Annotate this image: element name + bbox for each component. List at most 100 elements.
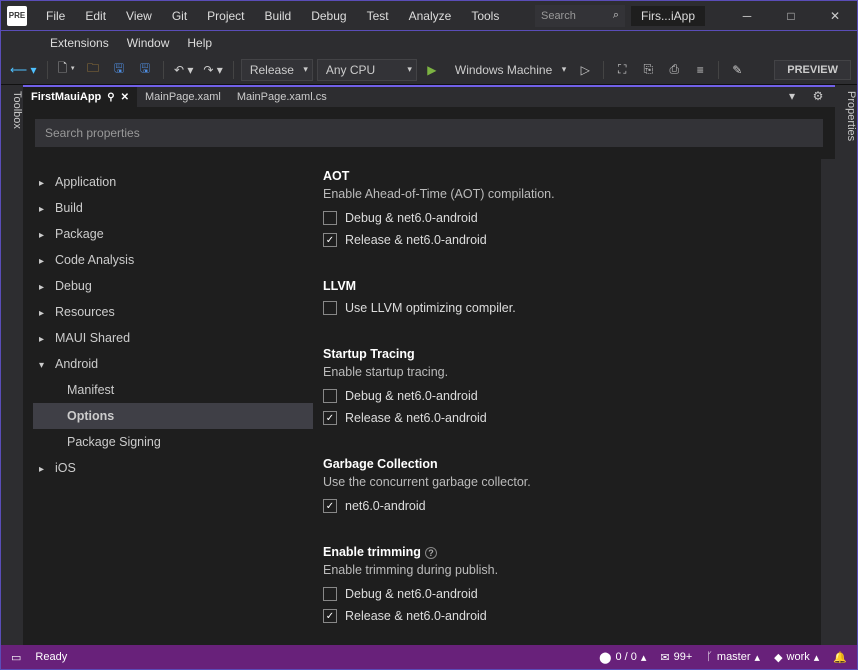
menu-debug[interactable]: Debug — [302, 6, 355, 26]
repo-indicator[interactable]: ◆ work ▴ — [774, 651, 819, 664]
section-garbage-collection: Garbage Collection Use the concurrent gar… — [323, 457, 791, 517]
vs-logo: PRE — [7, 6, 27, 26]
global-search[interactable]: Search ⌕ — [535, 5, 625, 27]
menubar: FileEditViewGitProjectBuildDebugTestAnal… — [37, 6, 508, 26]
run-noDebug-button[interactable]: ▷ — [574, 59, 596, 81]
menu-analyze[interactable]: Analyze — [400, 6, 461, 26]
titlebar: PRE FileEditViewGitProjectBuildDebugTest… — [1, 1, 857, 31]
menu-tools[interactable]: Tools — [462, 6, 508, 26]
checkbox-release-net6-0-android[interactable]: ✓Release & net6.0-android — [323, 605, 791, 627]
section-title: Enable trimming? — [323, 545, 791, 559]
tree-ios[interactable]: iOS — [33, 455, 313, 481]
tree-application[interactable]: Application — [33, 169, 313, 195]
menu-window[interactable]: Window — [118, 33, 179, 53]
toolbox-panel-tab[interactable]: Toolbox — [1, 85, 23, 645]
pin-icon[interactable]: ⚲ — [107, 92, 114, 103]
close-button[interactable]: ✕ — [813, 2, 857, 30]
tool5-icon[interactable]: ✎ — [726, 59, 748, 81]
checkbox-debug-net6-0-android[interactable]: Debug & net6.0-android — [323, 385, 791, 407]
platform-dropdown[interactable]: Any CPU — [317, 59, 417, 81]
menu-test[interactable]: Test — [358, 6, 398, 26]
section-title: AOT — [323, 169, 791, 183]
tree-package[interactable]: Package — [33, 221, 313, 247]
open-folder-button[interactable]: 🗀 — [82, 59, 104, 81]
tree-code-analysis[interactable]: Code Analysis — [33, 247, 313, 273]
tree-package-signing[interactable]: Package Signing — [33, 429, 313, 455]
section-title: Startup Tracing — [323, 347, 791, 361]
tree-debug[interactable]: Debug — [33, 273, 313, 299]
checkbox-release-net6-0-android[interactable]: ✓Release & net6.0-android — [323, 407, 791, 429]
search-properties-input[interactable]: Search properties — [35, 119, 823, 147]
tool2-icon[interactable]: ⎘ — [637, 59, 659, 81]
section-aot: AOT Enable Ahead-of-Time (AOT) compilatio… — [323, 169, 791, 251]
undo-button[interactable]: ↶ ▾ — [171, 59, 196, 81]
message-count[interactable]: ✉ 99+ — [660, 651, 692, 664]
menu-build[interactable]: Build — [256, 6, 301, 26]
menu-project[interactable]: Project — [198, 6, 253, 26]
checkbox-debug-net6-0-android[interactable]: Debug & net6.0-android — [323, 583, 791, 605]
section-desc: Enable Ahead-of-Time (AOT) compilation. — [323, 187, 791, 201]
tab-overflow-button[interactable]: ▾ — [781, 85, 803, 107]
close-icon[interactable]: ✕ — [121, 92, 129, 103]
menu-view[interactable]: View — [117, 6, 161, 26]
checkbox-net6-0-android[interactable]: ✓net6.0-android — [323, 495, 791, 517]
branch-indicator[interactable]: ᚴ master ▴ — [706, 651, 760, 664]
save-button[interactable]: 🖫 — [108, 59, 130, 81]
checkbox-use-llvm-optimizing-compiler-[interactable]: Use LLVM optimizing compiler. — [323, 297, 791, 319]
save-all-button[interactable]: 🖫 — [134, 59, 156, 81]
menu-edit[interactable]: Edit — [76, 6, 115, 26]
notifications-icon[interactable]: 🔔 — [833, 651, 847, 664]
run-button[interactable]: ▶ — [421, 59, 443, 81]
menu-file[interactable]: File — [37, 6, 74, 26]
section-desc: Enable trimming during publish. — [323, 563, 791, 577]
section-startup-tracing: Startup Tracing Enable startup tracing. De… — [323, 347, 791, 429]
tab-mainpage-xaml-cs[interactable]: MainPage.xaml.cs — [229, 87, 335, 107]
redo-button[interactable]: ↷ ▾ — [200, 59, 225, 81]
tree-maui-shared[interactable]: MAUI Shared — [33, 325, 313, 351]
maximize-button[interactable]: □ — [769, 2, 813, 30]
tab-mainpage-xaml[interactable]: MainPage.xaml — [137, 87, 229, 107]
statusbar: ▭ Ready ⬤ 0 / 0 ▴ ✉ 99+ ᚴ master ▴ ◆ wor… — [1, 645, 857, 669]
properties-panel-tab[interactable]: Properties — [835, 85, 857, 645]
help-icon[interactable]: ? — [425, 547, 437, 559]
tree-resources[interactable]: Resources — [33, 299, 313, 325]
menubar-row2: ExtensionsWindowHelp — [1, 31, 857, 55]
menu-help[interactable]: Help — [178, 33, 221, 53]
preview-button[interactable]: PREVIEW — [774, 60, 851, 80]
search-placeholder: Search — [541, 10, 576, 22]
document-tabbar: FirstMauiApp⚲✕MainPage.xamlMainPage.xaml… — [23, 85, 835, 107]
tree-android[interactable]: Android — [33, 351, 313, 377]
section-desc: Enable startup tracing. — [323, 365, 791, 379]
gear-icon[interactable]: ⚙ — [807, 85, 829, 107]
scrollbar[interactable] — [821, 159, 835, 645]
section-title: LLVM — [323, 279, 791, 293]
tool1-icon[interactable]: ⛶ — [611, 59, 633, 81]
nav-back-button[interactable]: ⟵ ▾ — [7, 59, 40, 81]
checkbox-release-net6-0-android[interactable]: ✓Release & net6.0-android — [323, 229, 791, 251]
section-desc: Use the concurrent garbage collector. — [323, 475, 791, 489]
section-title: Garbage Collection — [323, 457, 791, 471]
window-title: Firs...iApp — [631, 6, 705, 26]
tree-options[interactable]: Options — [33, 403, 313, 429]
checkbox-debug-net6-0-android[interactable]: Debug & net6.0-android — [323, 207, 791, 229]
new-item-button[interactable]: 🗋 ▾ — [55, 59, 78, 81]
section-llvm: LLVM Use LLVM optimizing compiler. — [323, 279, 791, 319]
tool4-icon[interactable]: ≡ — [689, 59, 711, 81]
status-ready: Ready — [35, 651, 67, 663]
output-icon[interactable]: ▭ — [11, 651, 21, 664]
main-toolbar: ⟵ ▾ 🗋 ▾ 🗀 🖫 🖫 ↶ ▾ ↷ ▾ Release Any CPU ▶ … — [1, 55, 857, 85]
menu-extensions[interactable]: Extensions — [41, 33, 118, 53]
tool3-icon[interactable]: ⎙ — [663, 59, 685, 81]
properties-panel: AOT Enable Ahead-of-Time (AOT) compilatio… — [313, 159, 821, 645]
section-enable-trimming: Enable trimming? Enable trimming during p… — [323, 545, 791, 627]
search-icon: ⌕ — [613, 9, 619, 22]
project-settings-tree: ApplicationBuildPackageCode AnalysisDebu… — [23, 159, 313, 645]
tree-manifest[interactable]: Manifest — [33, 377, 313, 403]
menu-git[interactable]: Git — [163, 6, 196, 26]
minimize-button[interactable]: ─ — [725, 2, 769, 30]
tree-build[interactable]: Build — [33, 195, 313, 221]
config-dropdown[interactable]: Release — [241, 59, 313, 81]
target-dropdown[interactable]: Windows Machine — [447, 59, 570, 81]
error-count[interactable]: ⬤ 0 / 0 ▴ — [599, 651, 646, 664]
tab-firstmauiapp[interactable]: FirstMauiApp⚲✕ — [23, 85, 137, 107]
